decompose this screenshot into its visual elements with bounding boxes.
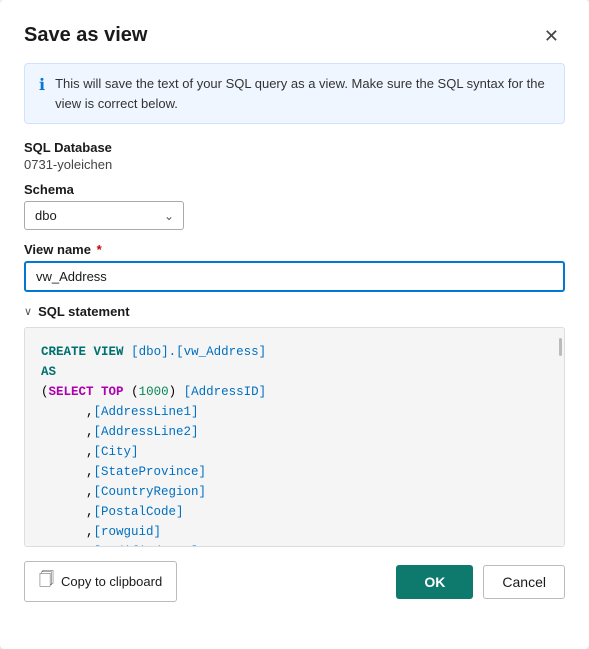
schema-select[interactable]: dbo	[24, 201, 184, 230]
sql-line-7: ,[StateProvince]	[41, 462, 548, 482]
scrollbar	[559, 338, 562, 356]
ok-button[interactable]: OK	[396, 565, 473, 599]
db-label: SQL Database	[24, 140, 565, 155]
schema-group: Schema dbo ⌄	[24, 182, 565, 230]
sql-line-11: ,[ModifiedDate]	[41, 542, 548, 547]
sql-line-6: ,[City]	[41, 442, 548, 462]
sql-line-3: (SELECT TOP (1000) [AddressID]	[41, 382, 548, 402]
viewname-label: View name *	[24, 242, 565, 257]
info-banner: ℹ This will save the text of your SQL qu…	[24, 63, 565, 124]
copy-to-clipboard-button[interactable]: 🗍 Copy to clipboard	[24, 561, 177, 602]
save-as-view-dialog: Save as view ✕ ℹ This will save the text…	[0, 0, 589, 649]
schema-label: Schema	[24, 182, 565, 197]
db-value: 0731-yoleichen	[24, 157, 565, 172]
dialog-footer: 🗍 Copy to clipboard OK Cancel	[24, 561, 565, 602]
sql-line-1: CREATE VIEW [dbo].[vw_Address]	[41, 342, 548, 362]
viewname-input[interactable]	[24, 261, 565, 292]
sql-section-toggle[interactable]: ∨ SQL statement	[24, 304, 565, 319]
viewname-group: View name *	[24, 242, 565, 292]
close-button[interactable]: ✕	[538, 25, 565, 47]
sql-line-9: ,[PostalCode]	[41, 502, 548, 522]
required-indicator: *	[93, 242, 102, 257]
dialog-title: Save as view	[24, 24, 147, 47]
sql-line-4: ,[AddressLine1]	[41, 402, 548, 422]
schema-select-wrapper: dbo ⌄	[24, 201, 184, 230]
copy-label: Copy to clipboard	[61, 574, 162, 589]
cancel-button[interactable]: Cancel	[483, 565, 565, 599]
sql-line-8: ,[CountryRegion]	[41, 482, 548, 502]
sql-section-label: SQL statement	[38, 304, 130, 319]
sql-statement-box[interactable]: CREATE VIEW [dbo].[vw_Address] AS (SELEC…	[24, 327, 565, 547]
dialog-header: Save as view ✕	[24, 24, 565, 47]
info-icon: ℹ	[39, 75, 45, 95]
sql-line-10: ,[rowguid]	[41, 522, 548, 542]
dialog-actions: OK Cancel	[396, 565, 565, 599]
banner-text: This will save the text of your SQL quer…	[55, 74, 550, 113]
clipboard-icon: 🗍	[39, 569, 54, 594]
sql-line-5: ,[AddressLine2]	[41, 422, 548, 442]
sql-line-2: AS	[41, 362, 548, 382]
chevron-down-icon: ∨	[24, 305, 32, 318]
